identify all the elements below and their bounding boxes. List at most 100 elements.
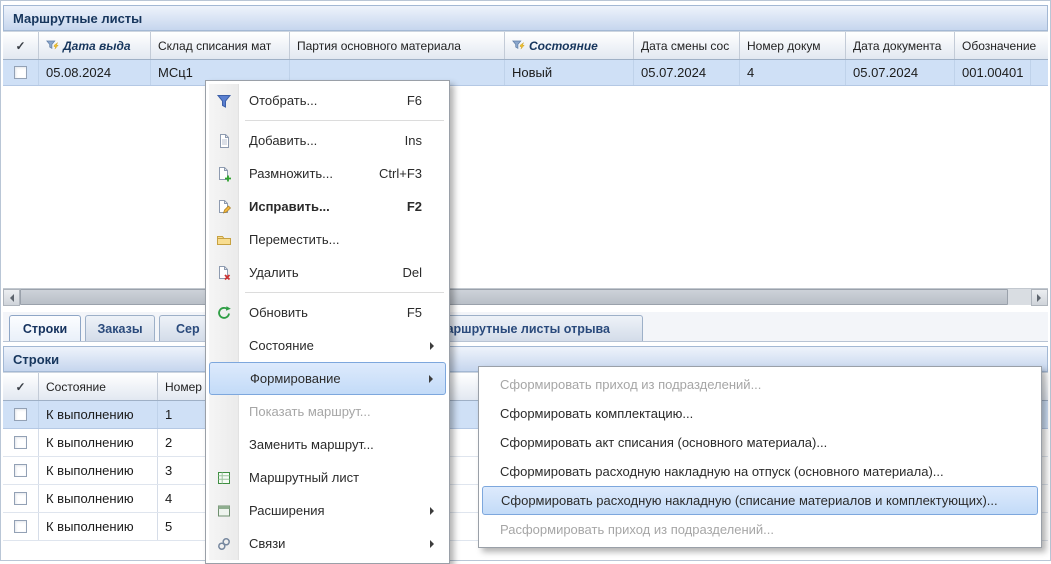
cell-issue-date[interactable]: 05.08.2024 <box>39 60 151 85</box>
cell-state[interactable]: Новый <box>505 60 634 85</box>
duplicate-document-icon <box>216 166 232 182</box>
column-header-designation[interactable]: Обозначение <box>955 32 1048 59</box>
menu-item-delete[interactable]: Удалить Del <box>209 256 446 289</box>
row-select-cell[interactable] <box>3 485 39 512</box>
cell-designation[interactable]: 001.00401 <box>955 60 1031 85</box>
menu-item-replace-route[interactable]: Заменить маршрут... <box>209 428 446 461</box>
tab-orders[interactable]: Заказы <box>85 315 155 341</box>
cell-doc-number[interactable]: 4 <box>740 60 846 85</box>
tab-label: Маршрутные листы отрыва <box>436 322 610 336</box>
menu-item-state[interactable]: Состояние <box>209 329 446 362</box>
cell-state[interactable]: К выполнению <box>39 457 158 484</box>
filter-funnel-icon <box>512 40 525 52</box>
column-label: Дата смены сос <box>641 39 729 53</box>
submenu-arrow-icon <box>430 507 438 515</box>
menu-item-filter[interactable]: Отобрать... F6 <box>209 84 446 117</box>
column-label: Состояние <box>529 39 598 53</box>
check-icon: ✓ <box>15 39 25 53</box>
row-checkbox[interactable] <box>14 66 27 79</box>
submenu-item-form-receipt-from-departments: Сформировать приход из подразделений... <box>482 370 1038 399</box>
scrollbar-thumb[interactable] <box>20 289 1008 305</box>
refresh-icon <box>216 305 232 321</box>
top-panel-title: Маршрутные листы <box>13 11 142 26</box>
tab-label: Заказы <box>97 322 142 336</box>
row-select-cell[interactable] <box>3 457 39 484</box>
row-select-cell[interactable] <box>3 513 39 540</box>
top-panel-header: Маршрутные листы <box>3 5 1048 31</box>
column-header-select-all[interactable]: ✓ <box>3 32 39 59</box>
routes-grid-header: ✓ Дата выда Склад списания мат Партия ос… <box>3 31 1048 60</box>
arrow-left-icon <box>6 294 14 302</box>
row-checkbox[interactable] <box>14 492 27 505</box>
menu-item-links[interactable]: Связи <box>209 527 446 560</box>
column-header-state-change-date[interactable]: Дата смены сос <box>634 32 740 59</box>
column-label: Дата выда <box>63 39 131 53</box>
column-label: Состояние <box>46 380 106 394</box>
submenu-arrow-icon <box>429 375 437 383</box>
formation-submenu: Сформировать приход из подразделений... … <box>478 366 1042 548</box>
column-label: Склад списания мат <box>158 39 271 53</box>
menu-item-duplicate[interactable]: Размножить... Ctrl+F3 <box>209 157 446 190</box>
routes-grid-empty-area <box>3 86 1048 288</box>
column-label: Обозначение <box>962 39 1036 53</box>
scrollbar-track[interactable] <box>1008 289 1031 305</box>
row-select-cell[interactable] <box>3 429 39 456</box>
submenu-item-form-expense-invoice[interactable]: Сформировать расходную накладную (списан… <box>482 486 1038 515</box>
column-header-writeoff-warehouse[interactable]: Склад списания мат <box>151 32 290 59</box>
column-header-issue-date[interactable]: Дата выда <box>39 32 151 59</box>
cell-doc-date[interactable]: 05.07.2024 <box>846 60 955 85</box>
horizontal-scrollbar[interactable] <box>3 288 1048 305</box>
menu-item-move[interactable]: Переместить... <box>209 223 446 256</box>
column-header-doc-number[interactable]: Номер докум <box>740 32 846 59</box>
cell-state-change-date[interactable]: 05.07.2024 <box>634 60 740 85</box>
menu-item-show-route: Показать маршрут... <box>209 395 446 428</box>
tab-rows[interactable]: Строки <box>9 315 81 341</box>
submenu-item-label: Сформировать приход из подразделений... <box>500 377 761 392</box>
column-label: Номер <box>165 380 202 394</box>
column-header-select-all[interactable]: ✓ <box>3 373 39 400</box>
cell-state[interactable]: К выполнению <box>39 429 158 456</box>
column-header-state[interactable]: Состояние <box>505 32 634 59</box>
filter-icon <box>216 93 232 109</box>
links-icon <box>216 536 232 552</box>
scroll-left-button[interactable] <box>3 289 20 306</box>
submenu-item-label: Сформировать расходную накладную на отпу… <box>500 464 944 479</box>
scroll-right-button[interactable] <box>1031 289 1048 306</box>
delete-document-icon <box>216 265 232 281</box>
row-select-cell[interactable] <box>3 401 39 428</box>
submenu-item-label: Расформировать приход из подразделений..… <box>500 522 774 537</box>
submenu-arrow-icon <box>430 540 438 548</box>
context-menu: Отобрать... F6 Добавить... Ins Размножит… <box>205 80 450 564</box>
menu-item-add[interactable]: Добавить... Ins <box>209 124 446 157</box>
tab-label: Строки <box>23 322 67 336</box>
cell-state[interactable]: К выполнению <box>39 401 158 428</box>
row-checkbox[interactable] <box>14 408 27 421</box>
menu-item-formation[interactable]: Формирование <box>209 362 446 395</box>
menu-item-extensions[interactable]: Расширения <box>209 494 446 527</box>
cell-state[interactable]: К выполнению <box>39 513 158 540</box>
submenu-item-form-picking[interactable]: Сформировать комплектацию... <box>482 399 1038 428</box>
add-document-icon <box>216 133 232 149</box>
column-header-doc-date[interactable]: Дата документа <box>846 32 955 59</box>
cell-state[interactable]: К выполнению <box>39 485 158 512</box>
menu-item-edit[interactable]: Исправить... F2 <box>209 190 446 223</box>
arrow-right-icon <box>1037 294 1045 302</box>
column-header-state[interactable]: Состояние <box>39 373 158 400</box>
row-checkbox[interactable] <box>14 520 27 533</box>
bottom-tab-bar: Строки Заказы Сер Маршрутные листы отрыв… <box>3 312 1048 342</box>
submenu-item-form-writeoff-act[interactable]: Сформировать акт списания (основного мат… <box>482 428 1038 457</box>
route-sheet-icon <box>216 470 232 486</box>
row-checkbox[interactable] <box>14 464 27 477</box>
column-header-material-batch[interactable]: Партия основного материала <box>290 32 505 59</box>
submenu-item-label: Сформировать расходную накладную (списан… <box>501 493 998 508</box>
menu-separator <box>245 117 446 124</box>
submenu-item-form-issue-invoice[interactable]: Сформировать расходную накладную на отпу… <box>482 457 1038 486</box>
menu-separator <box>245 289 446 296</box>
menu-item-route-sheet[interactable]: Маршрутный лист <box>209 461 446 494</box>
route-row[interactable]: 05.08.2024 МСц1 Новый 05.07.2024 4 05.07… <box>3 60 1048 86</box>
row-checkbox[interactable] <box>14 436 27 449</box>
extensions-icon <box>216 503 232 519</box>
submenu-item-label: Сформировать комплектацию... <box>500 406 693 421</box>
menu-item-refresh[interactable]: Обновить F5 <box>209 296 446 329</box>
row-select-cell[interactable] <box>3 60 39 85</box>
